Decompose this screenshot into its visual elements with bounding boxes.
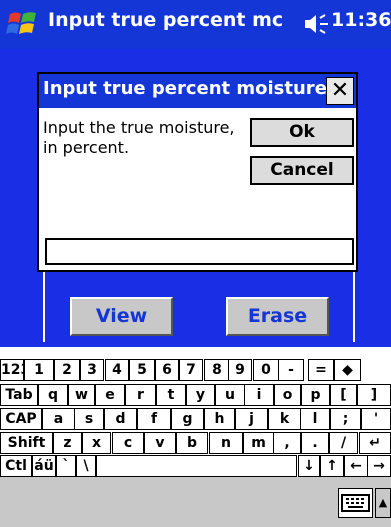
dialog-message: Input the true moisture, in percent. xyxy=(43,118,235,157)
keyboard-key[interactable]: ` xyxy=(56,455,76,477)
keyboard-key[interactable]: \ xyxy=(76,455,96,477)
divider xyxy=(353,272,355,342)
keyboard-key[interactable]: d xyxy=(104,408,137,430)
keyboard-key[interactable]: 8 xyxy=(204,359,230,381)
keyboard-key[interactable]: ] xyxy=(357,384,391,406)
title-bar: Input true percent mc 11:36 xyxy=(0,0,391,49)
keyboard-key[interactable]: 4 xyxy=(105,359,129,381)
keyboard-key[interactable]: = xyxy=(308,359,334,381)
keyboard-key[interactable]: Ctl xyxy=(0,455,32,477)
window-title: Input true percent mc xyxy=(48,9,284,31)
keyboard-key[interactable]: Shift xyxy=(0,432,53,454)
keyboard-key[interactable]: k xyxy=(268,408,301,430)
keyboard-key[interactable]: . xyxy=(301,432,329,454)
divider xyxy=(43,272,45,342)
keyboard-key[interactable]: ↵ xyxy=(359,432,391,454)
keyboard-key[interactable]: Tab xyxy=(0,384,38,406)
keyboard-key[interactable]: ← xyxy=(344,455,368,477)
moisture-input[interactable] xyxy=(45,238,354,265)
clock[interactable]: 11:36 xyxy=(331,9,391,39)
keyboard-key[interactable]: x xyxy=(82,432,111,454)
keyboard-key[interactable]: z xyxy=(53,432,82,454)
keyboard-key[interactable]: ↓ xyxy=(298,455,320,477)
soft-keyboard: 123 1 2 3 4 5 6 7 8 9 0- = ◆ Tab q w e r t y u i o p[] CAP a s d f g h… xyxy=(0,347,391,477)
keyboard-key[interactable]: w xyxy=(68,384,95,406)
sip-menu-arrow-icon[interactable]: ▲ xyxy=(375,488,391,518)
keyboard-key[interactable]: 6 xyxy=(155,359,179,381)
keyboard-key[interactable]: a xyxy=(42,408,75,430)
keyboard-key[interactable]: m xyxy=(243,432,274,454)
keyboard-key[interactable]: f xyxy=(137,408,171,430)
ok-button[interactable]: Ok xyxy=(250,118,354,147)
keyboard-key[interactable]: , xyxy=(273,432,301,454)
keyboard-key[interactable]: → xyxy=(367,455,391,477)
view-button[interactable]: View xyxy=(70,297,173,336)
keyboard-key[interactable]: - xyxy=(278,359,304,381)
keyboard-key[interactable]: 2 xyxy=(54,359,80,381)
keyboard-key[interactable]: u xyxy=(215,384,245,406)
keyboard-key[interactable]: p xyxy=(301,384,330,406)
keyboard-key[interactable] xyxy=(96,455,297,477)
keyboard-key[interactable]: h xyxy=(204,408,235,430)
keyboard-key[interactable]: r xyxy=(125,384,156,406)
keyboard-key[interactable]: 123 xyxy=(0,359,30,381)
speaker-icon[interactable] xyxy=(303,10,331,38)
keyboard-key[interactable]: 9 xyxy=(228,359,252,381)
keyboard-key[interactable]: 0 xyxy=(253,359,279,381)
keyboard-key[interactable]: ◆ xyxy=(334,359,361,381)
moisture-dialog: Input true percent moisture ✕ Input the … xyxy=(37,72,358,272)
keyboard-key[interactable]: o xyxy=(274,384,301,406)
keyboard-key[interactable]: b xyxy=(176,432,208,454)
keyboard-key[interactable]: e xyxy=(95,384,125,406)
cancel-button[interactable]: Cancel xyxy=(250,156,354,185)
keyboard-key[interactable]: 3 xyxy=(80,359,104,381)
keyboard-key[interactable]: t xyxy=(156,384,186,406)
keyboard-key[interactable]: 7 xyxy=(179,359,203,381)
keyboard-key[interactable]: 5 xyxy=(129,359,155,381)
keyboard-key[interactable]: CAP xyxy=(0,408,42,430)
keyboard-key[interactable]: g xyxy=(171,408,204,430)
keyboard-icon[interactable] xyxy=(338,488,373,518)
keyboard-key[interactable]: [ xyxy=(330,384,357,406)
keyboard-key[interactable]: n xyxy=(209,432,243,454)
dialog-title: Input true percent moisture xyxy=(39,74,356,108)
keyboard-key[interactable]: j xyxy=(235,408,268,430)
keyboard-key[interactable]: s xyxy=(74,408,104,430)
windows-start-icon[interactable] xyxy=(6,8,40,40)
keyboard-key[interactable]: i xyxy=(244,384,274,406)
keyboard-key[interactable]: 1 xyxy=(24,359,54,381)
keyboard-key[interactable]: áü xyxy=(32,455,56,477)
keyboard-key[interactable]: ' xyxy=(361,408,391,430)
erase-button[interactable]: Erase xyxy=(226,297,329,336)
keyboard-key[interactable]: / xyxy=(329,432,358,454)
bottom-bar xyxy=(0,477,391,527)
keyboard-key[interactable]: q xyxy=(38,384,68,406)
keyboard-key[interactable]: l xyxy=(300,408,330,430)
keyboard-key[interactable]: v xyxy=(144,432,176,454)
keyboard-key[interactable]: y xyxy=(186,384,215,406)
keyboard-key[interactable]: ↑ xyxy=(320,455,344,477)
keyboard-key[interactable]: c xyxy=(112,432,144,454)
close-button[interactable]: ✕ xyxy=(326,77,354,105)
keyboard-key[interactable]: ; xyxy=(330,408,361,430)
